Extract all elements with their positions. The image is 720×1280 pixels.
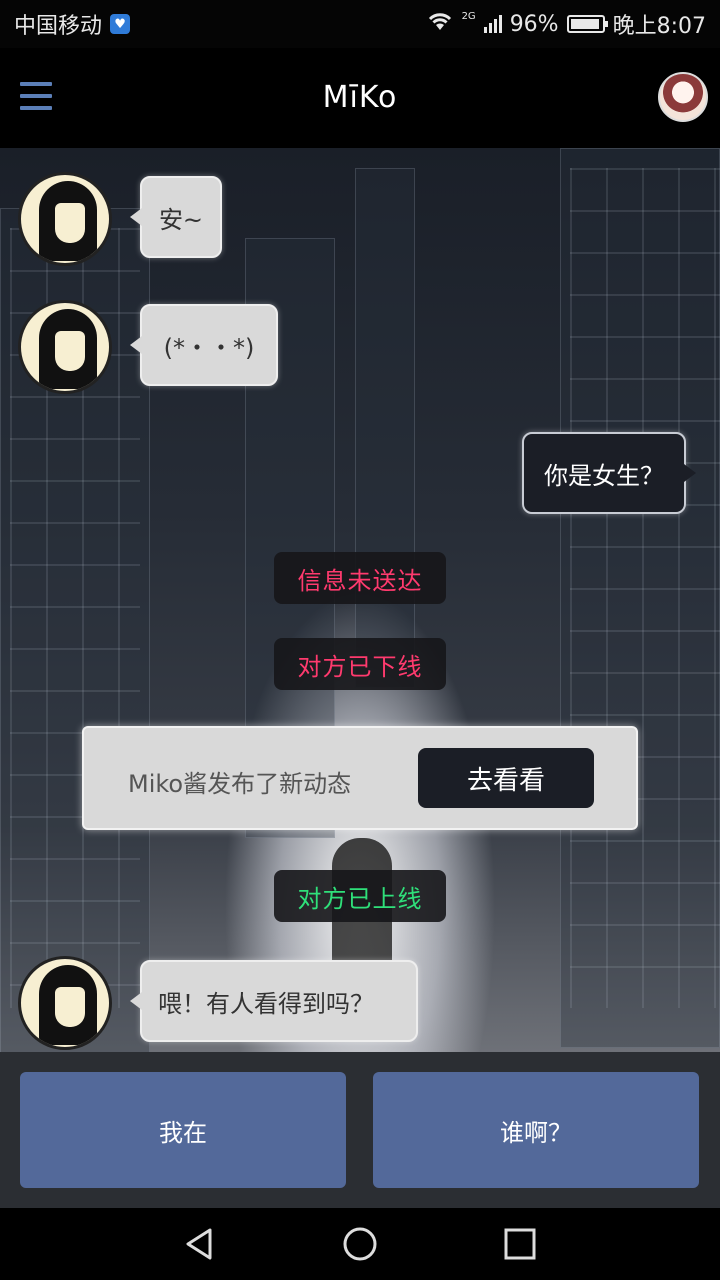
message-unsent-notice: 信息未送达 [274, 552, 446, 604]
status-bar: 中国移动 ♥ 2G 96% 晚上8:07 [0, 0, 720, 48]
new-post-text: Miko酱发布了新动态 [128, 770, 352, 798]
battery-icon [566, 15, 608, 33]
back-icon[interactable] [182, 1226, 218, 1262]
profile-avatar[interactable] [658, 72, 708, 122]
contact-online-notice: 对方已上线 [274, 870, 446, 922]
contact-offline-notice: 对方已下线 [274, 638, 446, 690]
recents-icon[interactable] [502, 1226, 538, 1262]
message-bubble: (*・・*) [130, 304, 278, 386]
app-header: MīKo [0, 48, 720, 148]
signal-icon [483, 15, 502, 33]
my-message-bubble: 你是女生？ [522, 432, 696, 514]
message-text: 安~ [158, 205, 204, 234]
reply-option-1-button[interactable]: 我在 [20, 1072, 346, 1188]
carrier-label: 中国移动 [14, 14, 103, 39]
view-post-button[interactable]: 去看看 [418, 748, 594, 808]
chat-area[interactable]: 安~ (*・・*) 你是女生？ 信息未送达 对方已下线 Miko酱发布了新动态 … [0, 148, 720, 1052]
background-building [355, 168, 415, 688]
message-text: 你是女生？ [544, 461, 664, 490]
network-type: 2G [461, 10, 476, 22]
status-left: 中国移动 ♥ [14, 8, 131, 40]
clock: 晚上8:07 [612, 14, 706, 39]
reply-options: 我在 谁啊？ [0, 1052, 720, 1208]
home-icon[interactable] [342, 1226, 378, 1262]
heart-notification-icon: ♥ [110, 14, 131, 34]
new-post-card: Miko酱发布了新动态 去看看 [82, 726, 638, 830]
background-windows [570, 168, 720, 1008]
status-right: 2G 96% 晚上8:07 [426, 8, 706, 40]
contact-avatar[interactable] [18, 300, 112, 394]
message-bubble: 安~ [130, 176, 222, 258]
contact-avatar[interactable] [18, 172, 112, 266]
notice-text: 信息未送达 [297, 566, 423, 595]
message-bubble: 喂！有人看得到吗？ [130, 960, 418, 1042]
system-nav-bar [0, 1208, 720, 1280]
battery-percent: 96% [509, 11, 559, 37]
page-title: MīKo [322, 80, 398, 115]
message-text: 喂！有人看得到吗？ [158, 989, 374, 1018]
wifi-icon [426, 10, 454, 38]
notice-text: 对方已上线 [297, 884, 423, 913]
message-text: (*・・*) [163, 333, 255, 362]
notice-text: 对方已下线 [297, 652, 423, 681]
reply-option-2-button[interactable]: 谁啊？ [373, 1072, 699, 1188]
contact-avatar[interactable] [18, 956, 112, 1050]
